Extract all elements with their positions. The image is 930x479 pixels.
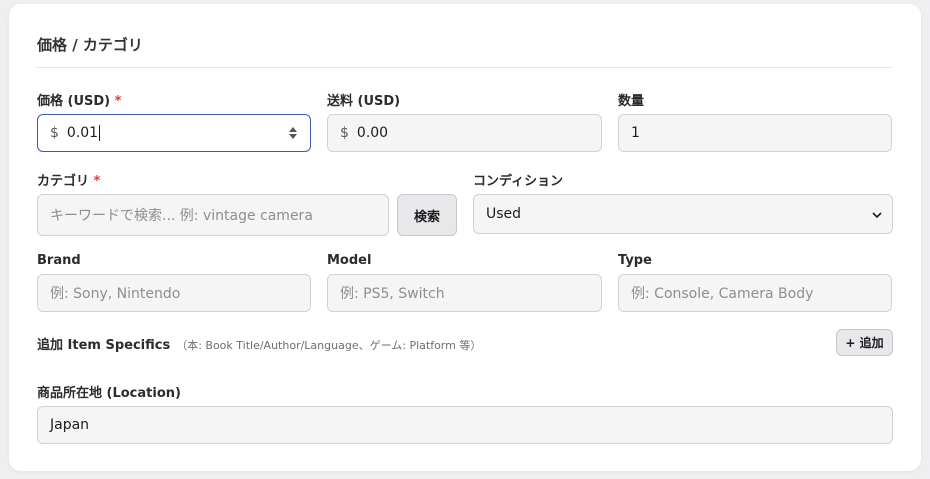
shipping-currency-prefix: $ bbox=[340, 125, 349, 141]
price-category-card: 価格 / カテゴリ 価格 (USD) * 送料 (USD) 数量 $ 0.01 … bbox=[9, 4, 921, 471]
quantity-input[interactable]: 1 bbox=[618, 114, 892, 152]
section-title: 価格 / カテゴリ bbox=[37, 36, 143, 54]
price-label-text: 価格 (USD) bbox=[37, 94, 111, 109]
chevron-down-icon bbox=[872, 212, 882, 219]
item-specifics-hint: （本: Book Title/Author/Language、ゲーム: Plat… bbox=[176, 339, 482, 352]
location-value: Japan bbox=[50, 417, 90, 433]
number-spinner-icon[interactable] bbox=[288, 126, 298, 140]
shipping-input[interactable]: $ 0.00 bbox=[327, 114, 602, 152]
price-currency-prefix: $ bbox=[50, 125, 59, 141]
price-input[interactable]: $ 0.01 bbox=[37, 114, 311, 152]
category-required-mark: * bbox=[93, 174, 101, 189]
quantity-label: 数量 bbox=[618, 94, 645, 109]
category-label-text: カテゴリ bbox=[37, 174, 90, 189]
category-search-button[interactable]: 検索 bbox=[397, 194, 457, 236]
quantity-value: 1 bbox=[631, 125, 640, 141]
location-label: 商品所在地 (Location) bbox=[37, 386, 181, 401]
section-divider bbox=[37, 67, 892, 68]
category-label: カテゴリ * bbox=[37, 170, 100, 189]
price-label: 価格 (USD) * bbox=[37, 90, 121, 109]
brand-input[interactable]: 例: Sony, Nintendo bbox=[37, 274, 311, 312]
item-specifics-title: 追加 Item Specifics bbox=[37, 338, 171, 353]
shipping-value: 0.00 bbox=[356, 125, 389, 141]
shipping-label: 送料 (USD) bbox=[327, 94, 401, 109]
type-placeholder: 例: Console, Camera Body bbox=[631, 286, 814, 302]
type-input[interactable]: 例: Console, Camera Body bbox=[618, 274, 892, 312]
model-label: Model bbox=[327, 253, 372, 268]
brand-label: Brand bbox=[37, 253, 81, 268]
condition-select[interactable]: Used bbox=[473, 194, 893, 234]
add-item-specific-button[interactable]: + 追加 bbox=[836, 329, 893, 356]
location-input[interactable]: Japan bbox=[37, 406, 893, 444]
category-search-input[interactable]: キーワードで検索... 例: vintage camera bbox=[37, 194, 389, 236]
type-label: Type bbox=[618, 253, 652, 268]
condition-selected-value: Used bbox=[486, 206, 522, 222]
category-placeholder: キーワードで検索... 例: vintage camera bbox=[50, 208, 313, 224]
price-required-mark: * bbox=[114, 94, 122, 109]
brand-placeholder: 例: Sony, Nintendo bbox=[50, 286, 181, 302]
model-input[interactable]: 例: PS5, Switch bbox=[327, 274, 602, 312]
model-placeholder: 例: PS5, Switch bbox=[340, 286, 445, 302]
item-specifics-label: 追加 Item Specifics （本: Book Title/Author/L… bbox=[37, 334, 481, 353]
condition-label: コンディション bbox=[473, 174, 564, 189]
price-value: 0.01 bbox=[66, 125, 99, 141]
text-caret bbox=[99, 125, 101, 141]
